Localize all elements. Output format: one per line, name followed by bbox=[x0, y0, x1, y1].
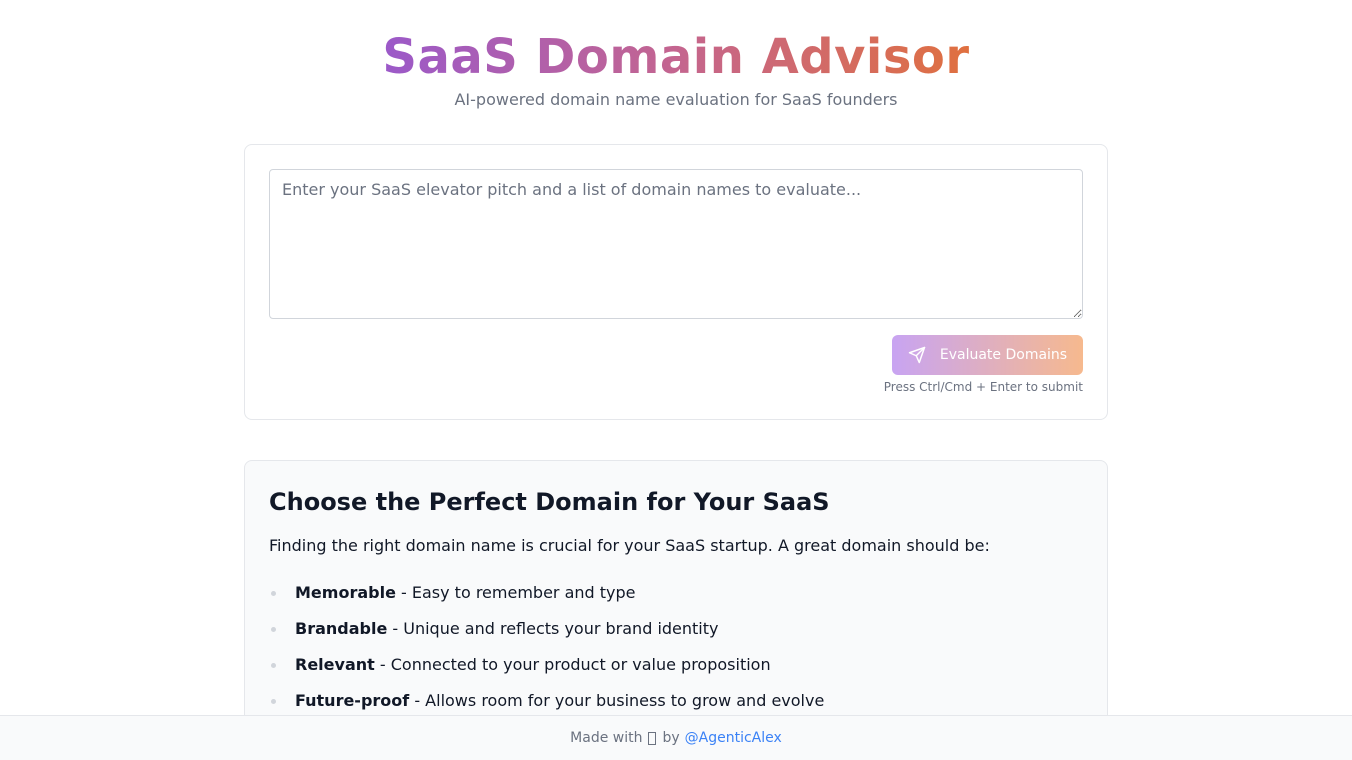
header: SaaS Domain Advisor AI-powered domain na… bbox=[0, 0, 1352, 111]
criteria-term: Relevant bbox=[295, 655, 375, 674]
bullet-icon bbox=[271, 591, 276, 596]
criteria-desc: - Easy to remember and type bbox=[395, 583, 636, 602]
bullet-icon bbox=[271, 699, 276, 704]
evaluate-button-label: Evaluate Domains bbox=[939, 347, 1068, 363]
app-subtitle: AI-powered domain name evaluation for Sa… bbox=[454, 90, 898, 109]
criteria-term: Future-proof bbox=[295, 691, 410, 710]
criteria-desc: - Allows room for your business to grow … bbox=[409, 691, 825, 710]
info-title: Choose the Perfect Domain for Your SaaS bbox=[269, 488, 830, 516]
criteria-term: Memorable bbox=[295, 583, 396, 602]
heart-icon bbox=[648, 731, 657, 745]
author-link[interactable]: @AgenticAlex bbox=[685, 730, 782, 746]
criteria-desc: - Unique and reflects your brand identit… bbox=[387, 619, 719, 638]
criteria-term: Brandable bbox=[295, 619, 388, 638]
submit-hint: Press Ctrl/Cmd + Enter to submit bbox=[883, 380, 1083, 394]
criteria-item: Memorable - Easy to remember and type bbox=[269, 582, 1083, 604]
criteria-desc: - Connected to your product or value pro… bbox=[374, 655, 771, 674]
criteria-list: Memorable - Easy to remember and type Br… bbox=[269, 582, 1083, 712]
footer: Made with by @AgenticAlex bbox=[0, 715, 1352, 760]
send-icon bbox=[908, 346, 926, 364]
bullet-icon bbox=[271, 663, 276, 668]
info-intro: Finding the right domain name is crucial… bbox=[269, 536, 990, 555]
pitch-input[interactable] bbox=[269, 169, 1083, 319]
page: SaaS Domain Advisor AI-powered domain na… bbox=[0, 0, 1352, 760]
app-title: SaaS Domain Advisor bbox=[382, 29, 970, 85]
criteria-item: Brandable - Unique and reflects your bra… bbox=[269, 618, 1083, 640]
evaluate-domains-button[interactable]: Evaluate Domains bbox=[892, 335, 1083, 375]
footer-made-with: Made with bbox=[570, 730, 643, 746]
bullet-icon bbox=[271, 627, 276, 632]
criteria-item: Relevant - Connected to your product or … bbox=[269, 654, 1083, 676]
footer-by: by bbox=[662, 730, 680, 746]
input-card: Evaluate Domains Press Ctrl/Cmd + Enter … bbox=[244, 144, 1108, 420]
criteria-item: Future-proof - Allows room for your busi… bbox=[269, 690, 1083, 712]
